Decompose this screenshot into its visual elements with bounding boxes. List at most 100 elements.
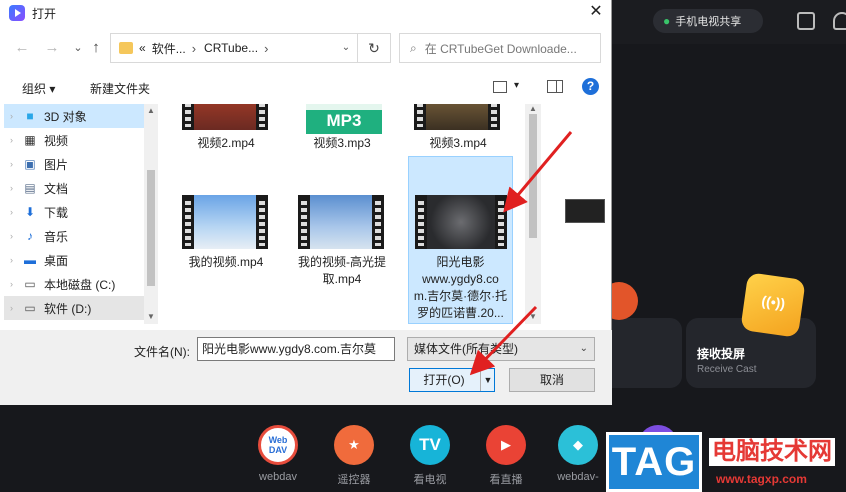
search-box[interactable]: ⌕ 在 CRTubeGet Downloade... xyxy=(399,33,601,63)
address-overflow[interactable]: « xyxy=(139,41,146,55)
up-arrow-icon[interactable]: ↑ xyxy=(86,38,106,58)
file-type-select[interactable]: 媒体文件(所有类型) ⌄ xyxy=(407,337,595,361)
nav-item-documents[interactable]: › ▤ 文档 xyxy=(4,176,144,200)
search-icon: ⌕ xyxy=(410,40,417,55)
watermark-tag: TAG xyxy=(606,432,702,492)
breadcrumb-item[interactable]: 软件... xyxy=(152,40,186,57)
address-bar[interactable]: « 软件... › CRTube... › ⌄ ↻ xyxy=(110,33,391,63)
scroll-up-icon[interactable]: ▲ xyxy=(144,106,158,115)
watermark-url: www.tagxp.com xyxy=(716,472,807,486)
preview-pane-icon[interactable] xyxy=(547,80,563,93)
dialog-titlebar: 打开 ✕ xyxy=(0,0,612,26)
nav-pane-scrollbar[interactable]: ▲ ▼ xyxy=(144,104,158,324)
bottom-item-remote[interactable]: ★ 遥控器 xyxy=(326,425,382,487)
view-dropdown-icon[interactable]: ▾ xyxy=(514,80,519,91)
address-dropdown-icon[interactable]: ⌄ xyxy=(335,34,357,62)
receive-cast-title: 接收投屏 xyxy=(697,347,746,361)
video-folder-icon: ▦ xyxy=(24,133,36,147)
file-list: 视频2.mp4 MP3 视频3.mp3 视频3.mp4 我的视频.mp4 我的视… xyxy=(160,104,544,324)
open-split-dropdown-icon[interactable]: ▼ xyxy=(480,369,495,391)
file-item[interactable]: 视频3.mp4 xyxy=(402,104,514,154)
expand-chevron-icon[interactable]: › xyxy=(10,135,13,145)
desktop-icon: ▬ xyxy=(24,253,36,267)
breadcrumb-separator-icon[interactable]: › xyxy=(264,41,268,56)
bell-icon[interactable] xyxy=(833,12,846,30)
file-item[interactable]: 视频2.mp4 xyxy=(170,104,282,154)
nav-item-label: 软件 (D:) xyxy=(44,301,92,316)
scroll-down-icon[interactable]: ▼ xyxy=(144,312,158,321)
scroll-up-icon[interactable]: ▲ xyxy=(525,104,541,113)
music-icon: ♪ xyxy=(27,229,33,243)
new-folder-button[interactable]: 新建文件夹 xyxy=(90,80,150,97)
expand-chevron-icon[interactable]: › xyxy=(10,255,13,265)
expand-chevron-icon[interactable]: › xyxy=(10,279,13,289)
bottom-item-label: 看电视 xyxy=(413,474,447,486)
wifi-cast-icon xyxy=(740,272,806,338)
file-item[interactable]: MP3 视频3.mp3 xyxy=(286,104,398,154)
cancel-button[interactable]: 取消 xyxy=(509,368,595,392)
bottom-item-label: 遥控器 xyxy=(337,474,371,486)
live-icon: ▶ xyxy=(486,425,526,465)
expand-chevron-icon[interactable]: › xyxy=(10,183,13,193)
webdav-icon: Web DAV xyxy=(258,425,298,465)
bottom-item-webdav[interactable]: Web DAV webdav xyxy=(250,425,306,483)
nav-item-label: 3D 对象 xyxy=(44,109,87,124)
forward-arrow-icon[interactable]: → xyxy=(42,38,62,58)
nav-item-music[interactable]: › ♪ 音乐 xyxy=(4,224,144,248)
navigation-bar: ← → ⌄ ↑ « 软件... › CRTube... › ⌄ ↻ ⌕ 在 CR… xyxy=(0,32,612,64)
search-placeholder: 在 CRTubeGet Downloade... xyxy=(424,41,577,56)
scrollbar-thumb[interactable] xyxy=(529,114,537,238)
file-item-selected[interactable]: 阳光电影 www.ygdy8.co m.吉尔莫·德尔·托 罗的匹诺曹.20... xyxy=(408,156,513,324)
image-folder-icon: ▣ xyxy=(24,157,36,171)
nav-item-label: 下载 xyxy=(44,205,69,220)
tv-share-label: 手机电视共享 xyxy=(675,16,742,28)
bottom-item-label: webdav xyxy=(259,471,297,483)
nav-item-drive-c[interactable]: › ▭ 本地磁盘 (C:) xyxy=(4,272,144,296)
help-icon[interactable]: ? xyxy=(582,78,599,95)
folder-icon xyxy=(119,42,133,54)
watermark-site-name: 电脑技术网 xyxy=(709,438,835,466)
scroll-down-icon[interactable]: ▼ xyxy=(525,312,541,321)
expand-chevron-icon[interactable]: › xyxy=(10,207,13,217)
gift-icon[interactable] xyxy=(797,12,815,30)
bottom-item-webdav2[interactable]: ◆ webdav- xyxy=(550,425,606,483)
recent-locations-chevron-icon[interactable]: ⌄ xyxy=(68,38,88,58)
tv-icon: TV xyxy=(410,425,450,465)
bottom-item-live[interactable]: ▶ 看直播 xyxy=(478,425,534,487)
file-list-scrollbar[interactable]: ▲ ▼ xyxy=(525,104,541,324)
file-name-line: 阳光电影 xyxy=(436,255,485,269)
nav-item-label: 文档 xyxy=(44,181,69,196)
cube-icon: ■ xyxy=(26,109,34,123)
nav-item-drive-d[interactable]: › ▭ 软件 (D:) xyxy=(4,296,144,320)
filename-input[interactable]: 阳光电影www.ygdy8.com.吉尔莫 xyxy=(197,337,395,361)
expand-chevron-icon[interactable]: › xyxy=(10,159,13,169)
drive-c-icon: ▭ xyxy=(24,277,36,291)
close-icon[interactable]: ✕ xyxy=(580,0,612,26)
nav-item-pictures[interactable]: › ▣ 图片 xyxy=(4,152,144,176)
tv-share-button[interactable]: ● 手机电视共享 xyxy=(653,9,763,33)
back-arrow-icon[interactable]: ← xyxy=(12,38,32,58)
app-logo-icon xyxy=(9,5,25,21)
breadcrumb-item[interactable]: CRTube... xyxy=(204,41,258,55)
puzzle-icon: ◆ xyxy=(558,425,598,465)
nav-item-videos[interactable]: › ▦ 视频 xyxy=(4,128,144,152)
view-mode-icon[interactable] xyxy=(493,81,507,93)
organize-menu[interactable]: 组织 ▾ xyxy=(22,80,55,97)
preview-thumbnail xyxy=(565,199,605,223)
chevron-down-icon: ⌄ xyxy=(579,343,588,354)
breadcrumb-separator-icon[interactable]: › xyxy=(192,41,196,56)
expand-chevron-icon[interactable]: › xyxy=(10,231,13,241)
bottom-item-tv[interactable]: TV 看电视 xyxy=(402,425,458,487)
nav-item-3d-objects[interactable]: › ■ 3D 对象 xyxy=(4,104,144,128)
file-item[interactable]: 我的视频-高光提 取.mp4 xyxy=(286,190,398,290)
scrollbar-thumb[interactable] xyxy=(147,170,155,286)
nav-item-downloads[interactable]: › ⬇ 下载 xyxy=(4,200,144,224)
file-item[interactable]: 我的视频.mp4 xyxy=(170,190,282,290)
file-name-line: 我的视频-高光提 xyxy=(298,255,386,269)
expand-chevron-icon[interactable]: › xyxy=(10,111,13,121)
nav-item-desktop[interactable]: › ▬ 桌面 xyxy=(4,248,144,272)
expand-chevron-icon[interactable]: › xyxy=(10,303,13,313)
refresh-icon[interactable]: ↻ xyxy=(357,34,390,62)
open-button[interactable]: 打开(O) ▼ xyxy=(409,368,495,392)
open-button-label[interactable]: 打开(O) xyxy=(410,369,478,391)
